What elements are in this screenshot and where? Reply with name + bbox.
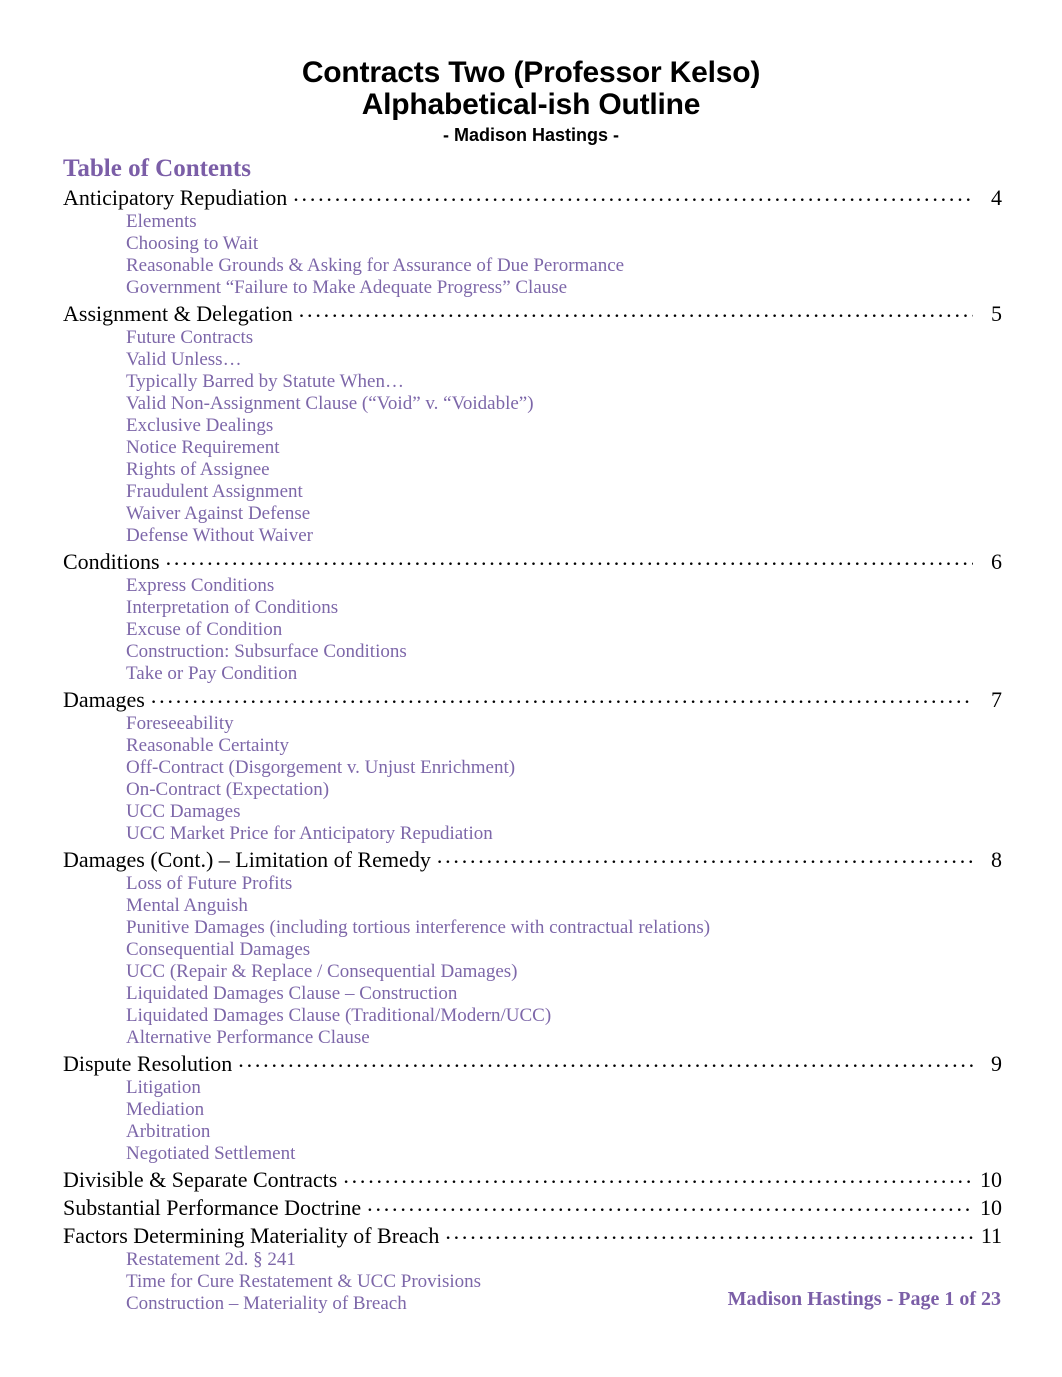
document-title-line-1: Contracts Two (Professor Kelso) (301, 56, 761, 89)
toc-entry-label: Substantial Performance Doctrine (63, 1195, 362, 1220)
page-footer: Madison Hastings - Page 1 of 23 (727, 1288, 1001, 1310)
toc-subentry[interactable]: Negotiated Settlement (126, 1143, 1002, 1165)
document-page: Contracts Two (Professor Kelso) Alphabet… (0, 0, 1062, 1377)
toc-entry-label: Damages (Cont.) – Limitation of Remedy (63, 847, 431, 872)
toc-subentry[interactable]: Choosing to Wait (126, 233, 1002, 255)
toc-subentry[interactable]: Loss of Future Profits (126, 873, 1002, 895)
toc-dot-leader (445, 1221, 973, 1243)
toc-entry-label: Damages (63, 687, 145, 712)
toc-entry[interactable]: Damages 7 (63, 685, 1002, 713)
toc-entry[interactable]: Divisible & Separate Contracts 10 (63, 1165, 1002, 1193)
toc-subentry[interactable]: Mediation (126, 1099, 1002, 1121)
toc-dot-leader (343, 1165, 973, 1187)
toc-subentry[interactable]: Express Conditions (126, 575, 1002, 597)
toc-dot-leader (151, 685, 973, 707)
toc-subentry[interactable]: Defense Without Waiver (126, 525, 1002, 547)
toc-subentry[interactable]: Mental Anguish (126, 895, 1002, 917)
toc-subentry[interactable]: Exclusive Dealings (126, 415, 1002, 437)
toc-dot-leader (437, 845, 973, 867)
toc-subentry[interactable]: Alternative Performance Clause (126, 1027, 1002, 1049)
toc-subentry[interactable]: Excuse of Condition (126, 619, 1002, 641)
toc-entry[interactable]: Dispute Resolution 9 (63, 1049, 1002, 1077)
toc-subentry[interactable]: Construction: Subsurface Conditions (126, 641, 1002, 663)
toc-entry[interactable]: Anticipatory Repudiation 4 (63, 183, 1002, 211)
toc-subentry[interactable]: Notice Requirement (126, 437, 1002, 459)
toc-subentry[interactable]: Restatement 2d. § 241 (126, 1249, 1002, 1271)
toc-entry[interactable]: Substantial Performance Doctrine 10 (63, 1193, 1002, 1221)
toc-subentry[interactable]: Interpretation of Conditions (126, 597, 1002, 619)
toc-subentry[interactable]: Punitive Damages (including tortious int… (126, 917, 1002, 939)
toc-entry[interactable]: Conditions 6 (63, 547, 1002, 575)
table-of-contents-heading: Table of Contents (63, 155, 251, 182)
toc-page-number: 5 (991, 301, 1002, 326)
toc-subentry[interactable]: Typically Barred by Statute When… (126, 371, 1002, 393)
toc-subentry[interactable]: Government “Failure to Make Adequate Pro… (126, 277, 1002, 299)
toc-subentry[interactable]: Arbitration (126, 1121, 1002, 1143)
toc-dot-leader (238, 1049, 973, 1071)
toc-subentry[interactable]: Elements (126, 211, 1002, 233)
toc-subentry[interactable]: Waiver Against Defense (126, 503, 1002, 525)
toc-dot-leader (293, 183, 973, 205)
toc-page-number: 11 (980, 1223, 1002, 1248)
toc-subentry[interactable]: Valid Unless… (126, 349, 1002, 371)
toc-entry-label: Divisible & Separate Contracts (63, 1167, 338, 1192)
toc-page-number: 9 (991, 1051, 1002, 1076)
document-title-line-2: Alphabetical-ish Outline (361, 88, 701, 121)
toc-subentry[interactable]: Rights of Assignee (126, 459, 1002, 481)
toc-page-number: 4 (991, 185, 1002, 210)
toc-entry-label: Anticipatory Repudiation (63, 185, 288, 210)
toc-subentry[interactable]: Consequential Damages (126, 939, 1002, 961)
toc-subentry[interactable]: Litigation (126, 1077, 1002, 1099)
toc-entry-label: Conditions (63, 549, 160, 574)
toc-subentry[interactable]: Fraudulent Assignment (126, 481, 1002, 503)
toc-entry[interactable]: Factors Determining Materiality of Breac… (63, 1221, 1002, 1249)
table-of-contents-list: Anticipatory Repudiation 4ElementsChoosin… (0, 183, 1062, 1315)
toc-subentry[interactable]: Reasonable Grounds & Asking for Assuranc… (126, 255, 1002, 277)
toc-page-number: 7 (991, 687, 1002, 712)
toc-subentry[interactable]: UCC Damages (126, 801, 1002, 823)
toc-subentry[interactable]: Take or Pay Condition (126, 663, 1002, 685)
toc-entry-label: Factors Determining Materiality of Breac… (63, 1223, 440, 1248)
toc-subentry[interactable]: Future Contracts (126, 327, 1002, 349)
toc-entry[interactable]: Assignment & Delegation 5 (63, 299, 1002, 327)
toc-subentry[interactable]: UCC (Repair & Replace / Consequential Da… (126, 961, 1002, 983)
toc-entry[interactable]: Damages (Cont.) – Limitation of Remedy 8 (63, 845, 1002, 873)
title-block: Contracts Two (Professor Kelso) Alphabet… (0, 0, 1062, 147)
toc-page-number: 10 (980, 1195, 1002, 1220)
toc-page-number: 6 (991, 549, 1002, 574)
document-author: - Madison Hastings - (442, 125, 619, 145)
toc-entry-label: Assignment & Delegation (63, 301, 293, 326)
toc-entry-label: Dispute Resolution (63, 1051, 233, 1076)
toc-subentry[interactable]: Liquidated Damages Clause (Traditional/M… (126, 1005, 1002, 1027)
toc-dot-leader (299, 299, 973, 321)
toc-subentry[interactable]: Liquidated Damages Clause – Construction (126, 983, 1002, 1005)
toc-page-number: 8 (991, 847, 1002, 872)
toc-dot-leader (367, 1193, 973, 1215)
toc-dot-leader (166, 547, 973, 569)
toc-subentry[interactable]: Reasonable Certainty (126, 735, 1002, 757)
toc-subentry[interactable]: UCC Market Price for Anticipatory Repudi… (126, 823, 1002, 845)
toc-subentry[interactable]: Valid Non-Assignment Clause (“Void” v. “… (126, 393, 1002, 415)
toc-subentry[interactable]: Foreseeability (126, 713, 1002, 735)
toc-subentry[interactable]: Off-Contract (Disgorgement v. Unjust Enr… (126, 757, 1002, 779)
toc-subentry[interactable]: On-Contract (Expectation) (126, 779, 1002, 801)
toc-page-number: 10 (980, 1167, 1002, 1192)
